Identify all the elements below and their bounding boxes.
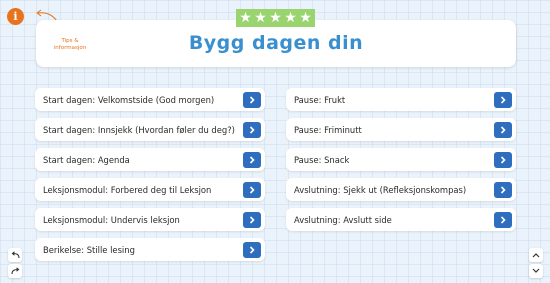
activity-label: Avslutning: Sjekk ut (Refleksjonskompas) [294,184,467,195]
activity-label: Berikelse: Stille lesing [43,244,135,255]
star-icon: ★ [299,10,312,26]
chevron-right-icon [500,125,506,134]
activity-label: Pause: Snack [294,154,350,165]
chevron-right-icon [500,215,506,224]
star-icon: ★ [269,10,282,26]
go-button[interactable] [243,181,261,198]
go-button[interactable] [494,151,512,168]
go-button[interactable] [494,211,512,228]
chevron-right-icon [249,155,255,164]
chevron-right-icon [500,155,506,164]
chevron-down-icon [532,268,540,273]
info-button[interactable]: i [7,8,24,25]
chevron-right-icon [500,185,506,194]
activity-item[interactable]: Berikelse: Stille lesing [35,238,265,261]
go-button[interactable] [243,241,261,258]
star-icon: ★ [239,10,252,26]
activity-label: Start dagen: Innsjekk (Hvordan føler du … [43,124,235,135]
activity-item[interactable]: Start dagen: Agenda [35,148,265,171]
go-button[interactable] [243,211,261,228]
undo-icon [11,251,20,259]
scroll-down-button[interactable] [529,264,543,278]
chevron-right-icon [249,245,255,254]
activity-item[interactable]: Pause: Snack [286,148,516,171]
activity-label: Start dagen: Velkomstside (God morgen) [43,94,215,105]
activity-item[interactable]: Avslutning: Avslutt side [286,208,516,231]
activity-label: Leksjonsmodul: Forbered deg til Leksjon [43,184,212,195]
undo-button[interactable] [8,248,22,262]
activity-label: Leksjonsmodul: Undervis leksjon [43,214,180,225]
activity-item[interactable]: Start dagen: Velkomstside (God morgen) [35,88,265,111]
go-button[interactable] [494,181,512,198]
page-title: Bygg dagen din [188,32,364,54]
go-button[interactable] [243,91,261,108]
chevron-right-icon [249,185,255,194]
activity-label: Pause: Frukt [294,94,346,105]
activity-item[interactable]: Pause: Frukt [286,88,516,111]
scroll-up-button[interactable] [529,248,543,262]
activity-item[interactable]: Leksjonsmodul: Undervis leksjon [35,208,265,231]
activity-label: Pause: Friminutt [294,124,362,135]
activity-item[interactable]: Avslutning: Sjekk ut (Refleksjonskompas) [286,178,516,201]
chevron-right-icon [249,95,255,104]
activity-item[interactable]: Pause: Friminutt [286,118,516,141]
chevron-right-icon [249,215,255,224]
left-activity-list: Start dagen: Velkomstside (God morgen) S… [35,88,265,261]
redo-button[interactable] [8,264,22,278]
activity-item[interactable]: Leksjonsmodul: Forbered deg til Leksjon [35,178,265,201]
go-button[interactable] [243,121,261,138]
header-card: Tips & informasjon Bygg dagen din [36,20,516,67]
activity-label: Avslutning: Avslutt side [294,214,392,225]
info-icon: i [13,10,18,23]
star-icon: ★ [284,10,297,26]
star-icon: ★ [254,10,267,26]
activity-item[interactable]: Start dagen: Innsjekk (Hvordan føler du … [35,118,265,141]
go-button[interactable] [243,151,261,168]
activity-label: Start dagen: Agenda [43,154,130,165]
go-button[interactable] [494,91,512,108]
redo-icon [10,267,19,275]
go-button[interactable] [494,121,512,138]
stars-banner: ★ ★ ★ ★ ★ [236,9,315,27]
chevron-right-icon [249,125,255,134]
chevron-right-icon [500,95,506,104]
right-activity-list: Pause: Frukt Pause: Friminutt Pause: Sna… [286,88,516,231]
chevron-up-icon [532,253,540,258]
